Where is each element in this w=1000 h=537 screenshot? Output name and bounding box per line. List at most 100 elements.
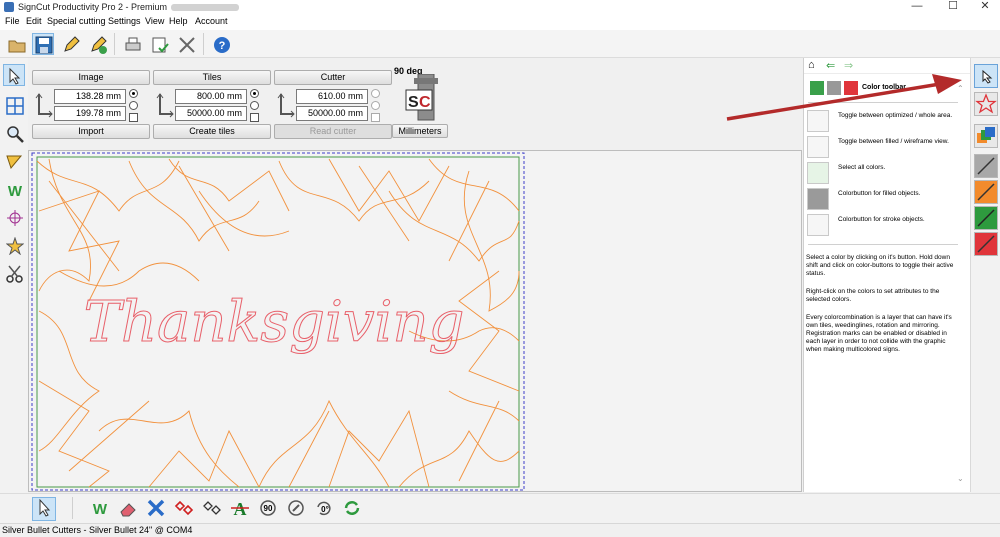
create-tiles-button[interactable]: Create tiles (153, 124, 271, 139)
close-button[interactable]: ✕ (970, 0, 1000, 14)
scroll-down-icon[interactable]: ⌄ (957, 474, 964, 483)
edit-pencil-icon[interactable] (59, 33, 81, 55)
delete-x-icon[interactable] (144, 497, 168, 521)
stroke-red-button[interactable] (974, 232, 998, 256)
import-button[interactable]: Import (32, 124, 150, 139)
cutter-height-field[interactable]: 50000.00 mm (296, 106, 368, 121)
image-lock-checkbox[interactable] (129, 113, 138, 122)
redacted-license-text (171, 4, 240, 12)
wireframe-toggle-button[interactable] (974, 92, 998, 116)
scroll-up-icon[interactable]: ⌃ (957, 84, 964, 93)
tiles-radio-1[interactable] (250, 89, 259, 98)
color-toolbar (970, 58, 1000, 492)
sc-cutter-logo-icon[interactable]: S C (404, 74, 446, 122)
star-outline-icon (807, 136, 829, 158)
optimized-toggle-button[interactable] (974, 64, 998, 88)
filled-color-icon (807, 188, 829, 210)
stroke-gray-button[interactable] (974, 154, 998, 178)
window-title: SignCut Productivity Pro 2 - Premium (18, 0, 240, 14)
cutter-checkbox[interactable] (371, 113, 380, 122)
rotation-panel: 90 deg S C Millimeters (392, 64, 452, 144)
toolbar-separator (114, 33, 115, 55)
left-toolbar: W (0, 58, 28, 496)
svg-text:W: W (93, 501, 108, 518)
cutter-radio-1[interactable] (371, 89, 380, 98)
cutter-width-field[interactable]: 610.00 mm (296, 89, 368, 104)
cutter-radio-2[interactable] (371, 101, 380, 110)
select-all-colors-button[interactable] (974, 124, 998, 148)
optimized-toggle-icon (807, 110, 829, 132)
select-arrow-icon[interactable] (32, 497, 56, 521)
menu-file[interactable]: File (5, 16, 20, 26)
main-toolbar: ? (0, 30, 1000, 58)
rotate-pen-icon[interactable] (284, 497, 308, 521)
open-folder-icon[interactable] (5, 33, 27, 55)
all-colors-icon (807, 162, 829, 184)
stroke-orange-button[interactable] (974, 180, 998, 204)
checklist-icon[interactable] (148, 33, 170, 55)
menu-help[interactable]: Help (169, 16, 188, 26)
print-icon[interactable] (121, 33, 143, 55)
save-icon[interactable] (32, 33, 54, 55)
design-canvas[interactable]: Thanksgiving (28, 150, 802, 492)
nodes-red-icon[interactable] (172, 497, 196, 521)
tools-settings-icon[interactable] (175, 33, 197, 55)
svg-text:90: 90 (264, 504, 273, 513)
title-bar: SignCut Productivity Pro 2 - Premium — ☐… (0, 0, 1000, 14)
text-a-icon[interactable]: A (228, 497, 252, 521)
menu-settings[interactable]: Settings (108, 16, 141, 26)
eraser-icon[interactable] (116, 497, 140, 521)
star-effect-icon[interactable] (3, 234, 25, 256)
menu-account[interactable]: Account (195, 16, 228, 26)
tiles-height-field[interactable]: 50000.00 mm (175, 106, 247, 121)
tiles-radio-2[interactable] (250, 101, 259, 110)
pen-tool-icon[interactable] (3, 150, 25, 172)
design-text: Thanksgiving (84, 290, 465, 355)
svg-text:C: C (419, 94, 431, 111)
help-item: Colorbutton for stroke objects. (807, 214, 967, 236)
menu-bar: File Edit Special cutting Settings View … (0, 14, 1000, 30)
home-icon[interactable]: ⌂ (808, 59, 815, 71)
help-scrollbar[interactable]: ⌃ ⌄ (954, 82, 968, 492)
stroke-green-button[interactable] (974, 206, 998, 230)
image-width-field[interactable]: 138.28 mm (54, 89, 126, 104)
cutter-group: Cutter 610.00 mm 50000.00 mm Read cutter (274, 68, 392, 146)
crosshair-icon[interactable] (3, 206, 25, 228)
zoom-magnifier-icon[interactable] (3, 122, 25, 144)
add-pencil-icon[interactable] (86, 33, 108, 55)
menu-special-cutting[interactable]: Special cutting (47, 16, 106, 26)
app-logo-icon (4, 2, 14, 12)
rotate-0-icon[interactable]: 0° (312, 497, 336, 521)
menu-view[interactable]: View (145, 16, 164, 26)
scissors-icon[interactable] (3, 262, 25, 284)
units-button[interactable]: Millimeters (392, 124, 448, 138)
rotate-90-icon[interactable]: 90 (256, 497, 280, 521)
image-radio-2[interactable] (129, 101, 138, 110)
maximize-button[interactable]: ☐ (938, 0, 968, 14)
select-arrow-icon[interactable] (3, 64, 25, 86)
color-toolbar-icon (810, 81, 858, 95)
forward-arrow-icon[interactable]: ⇒ (844, 59, 853, 72)
weed-w-icon[interactable]: W (88, 497, 112, 521)
menu-edit[interactable]: Edit (26, 16, 42, 26)
help-divider (808, 244, 958, 245)
nodes-outline-icon[interactable] (200, 497, 224, 521)
status-bar: Silver Bullet Cutters - Silver Bullet 24… (0, 523, 1000, 537)
image-group-title: Image (32, 70, 150, 85)
read-cutter-button[interactable]: Read cutter (274, 124, 392, 139)
help-item: Select all colors. (807, 162, 967, 184)
back-arrow-icon[interactable]: ⇐ (826, 59, 835, 72)
tiles-width-field[interactable]: 800.00 mm (175, 89, 247, 104)
help-item: Colorbutton for filled objects. (807, 188, 967, 210)
minimize-button[interactable]: — (902, 0, 932, 14)
image-radio-1[interactable] (129, 89, 138, 98)
help-icon[interactable]: ? (210, 33, 232, 55)
tiles-lock-checkbox[interactable] (250, 113, 259, 122)
help-paragraph: Right-click on the colors to set attribu… (806, 288, 940, 303)
weed-w-icon[interactable]: W (3, 178, 25, 200)
stroke-color-icon (807, 214, 829, 236)
image-group: Image 138.28 mm 199.78 mm Import (32, 68, 150, 146)
grid-tiles-icon[interactable] (3, 94, 25, 116)
image-height-field[interactable]: 199.78 mm (54, 106, 126, 121)
refresh-icon[interactable] (340, 497, 364, 521)
